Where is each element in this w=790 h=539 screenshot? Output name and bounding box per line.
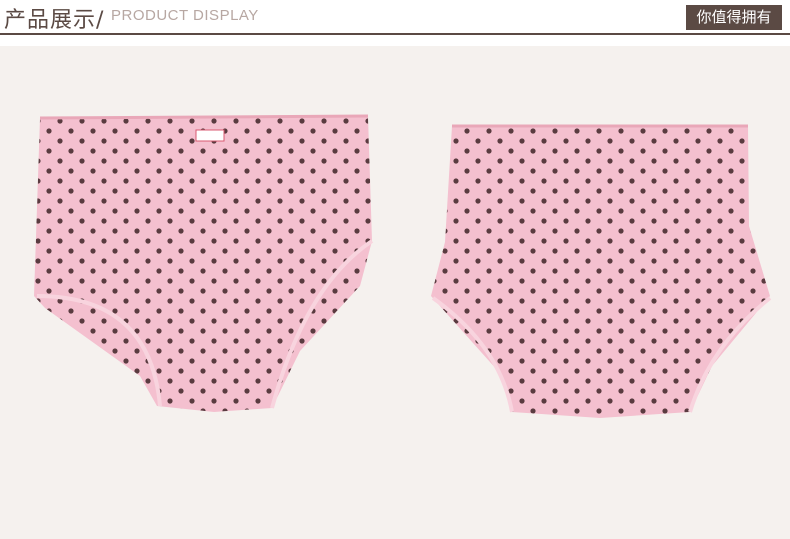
header-divider: [0, 33, 790, 35]
front-view-garment: [34, 114, 374, 412]
back-view-garment: [431, 124, 772, 418]
product-illustration: [34, 114, 772, 418]
product-photo: [0, 46, 790, 539]
slogan-badge: 你值得拥有: [686, 5, 782, 30]
section-title: 产品展示/: [4, 8, 105, 33]
section-header: 产品展示/ PRODUCT DISPLAY 你值得拥有: [0, 0, 790, 36]
section-title-english: PRODUCT DISPLAY: [111, 7, 259, 24]
